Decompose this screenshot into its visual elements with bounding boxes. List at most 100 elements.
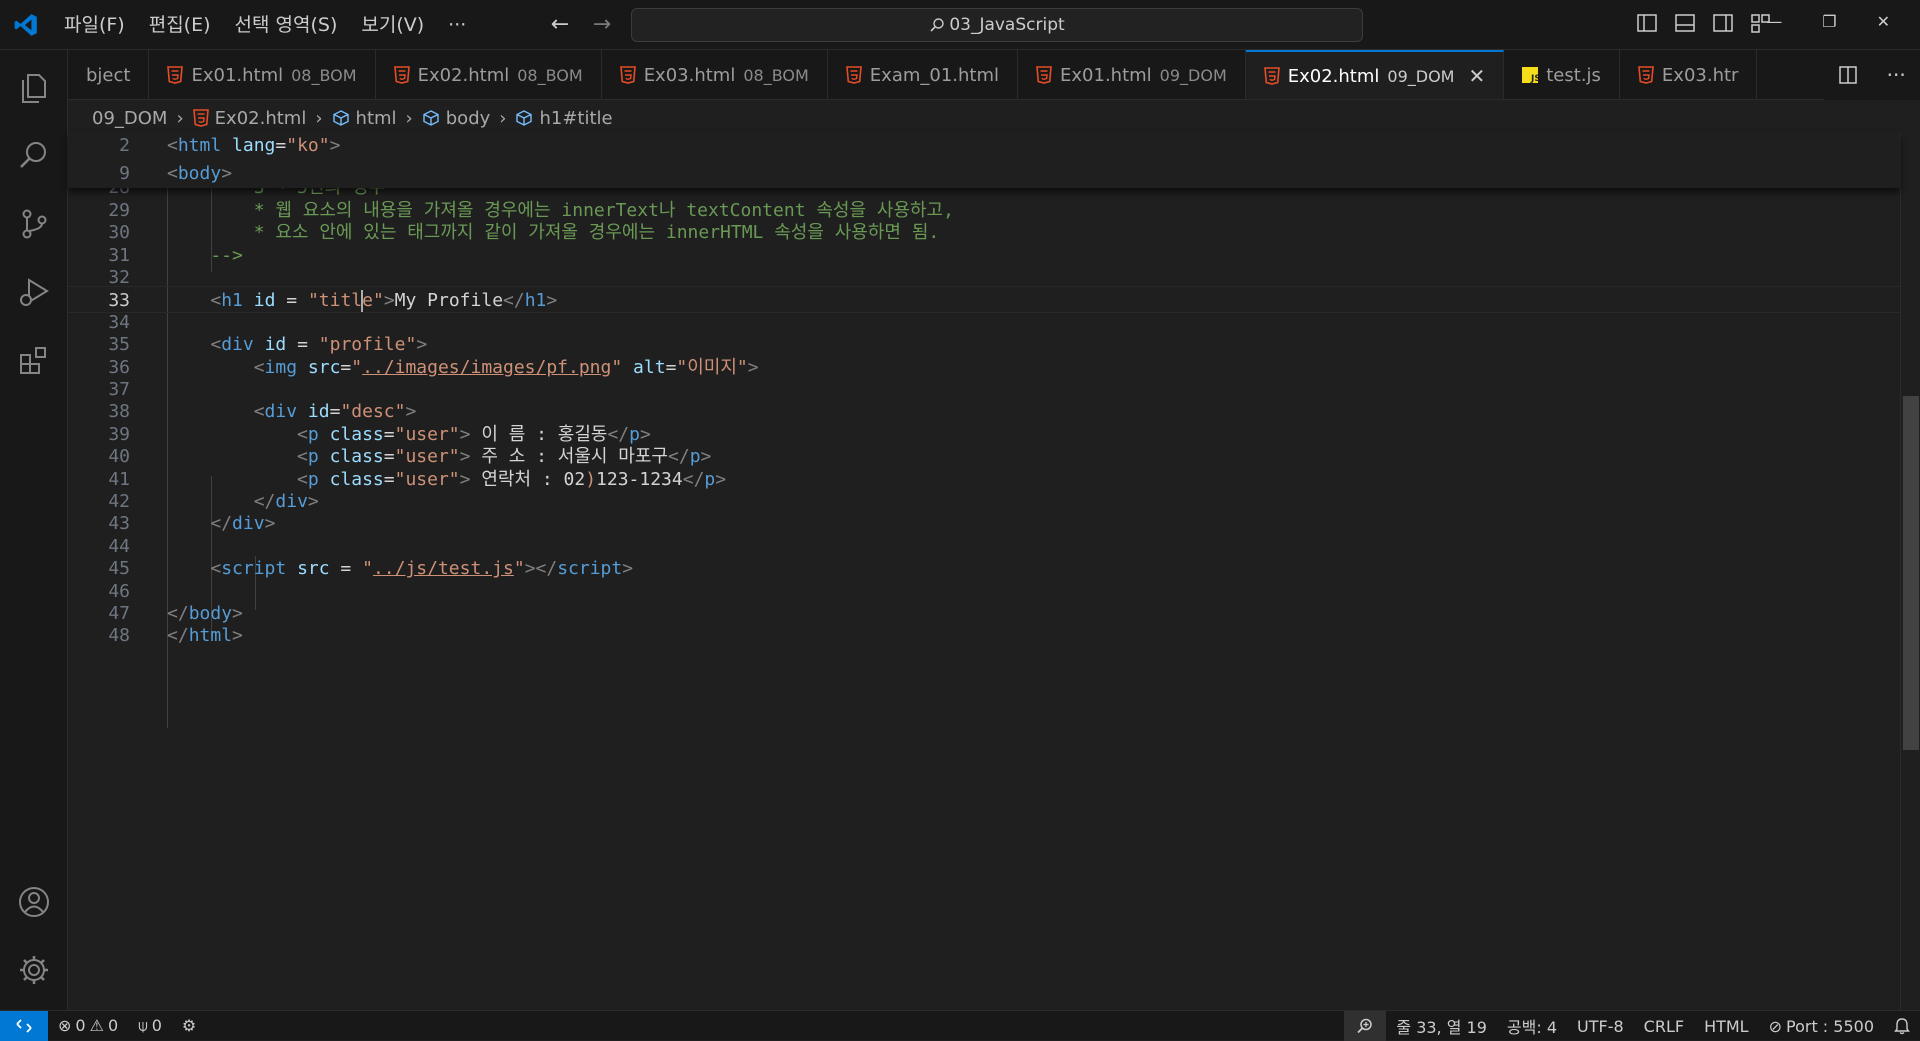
source-control-icon[interactable] xyxy=(14,204,54,244)
tab-ex01-html[interactable]: Ex01.html 09_DOM xyxy=(1018,50,1246,99)
code-token: </ xyxy=(607,423,630,445)
code-line[interactable]: 9 <body> xyxy=(68,160,1900,187)
close-window-icon[interactable]: ✕ xyxy=(1877,12,1890,31)
code-token: "user" xyxy=(394,423,460,445)
breadcrumb-file[interactable]: Ex02.html xyxy=(215,108,307,129)
run-debug-icon[interactable] xyxy=(14,272,54,312)
toggle-secondary-sidebar-icon[interactable] xyxy=(1712,12,1734,34)
sticky-scroll-header[interactable]: 2 <html lang="ko"> 9 <body> xyxy=(68,132,1900,188)
menu-item[interactable]: 편집(E) xyxy=(137,0,223,50)
end-of-line[interactable]: CRLF xyxy=(1634,1017,1694,1036)
indentation[interactable]: 공백: 4 xyxy=(1497,1014,1567,1038)
explorer-icon[interactable] xyxy=(14,68,54,108)
restore-icon[interactable]: ❐ xyxy=(1822,12,1836,31)
breadcrumb-folder[interactable]: 09_DOM xyxy=(92,108,167,129)
code-token: id xyxy=(264,334,287,356)
code-token: html xyxy=(177,135,222,156)
tab-directory: 09_DOM xyxy=(1159,65,1227,85)
extensions-icon[interactable] xyxy=(14,340,54,380)
cursor-position[interactable]: 줄 33, 열 19 xyxy=(1386,1014,1497,1038)
tab-ex01-html[interactable]: Ex01.html 08_BOM xyxy=(149,50,376,99)
scrollbar-thumb[interactable] xyxy=(1903,396,1919,750)
code-token: body xyxy=(188,603,233,624)
vertical-scrollbar[interactable] xyxy=(1900,132,1920,1010)
code-token: class xyxy=(329,446,384,468)
menu-item[interactable]: 선택 영역(S) xyxy=(223,0,350,50)
code-text: </html> xyxy=(167,622,243,649)
menu-item[interactable]: 파일(F) xyxy=(52,0,137,50)
debug-launch-icon[interactable]: ⚙ xyxy=(172,1016,206,1035)
code-token: > xyxy=(232,625,243,647)
toggle-panel-icon[interactable] xyxy=(1674,12,1696,34)
bell-icon[interactable] xyxy=(1884,1017,1920,1035)
code-token: p xyxy=(704,468,716,490)
code-token: > xyxy=(747,356,759,378)
code-token: * 웹 요소의 내용을 가져올 경우에는 innerText나 textCont… xyxy=(167,199,954,221)
tab-ex02-html[interactable]: Ex02.html 09_DOM ✕ xyxy=(1245,50,1505,99)
forward-arrow-icon[interactable]: → xyxy=(590,12,614,37)
gear-icon[interactable] xyxy=(14,950,54,990)
html-icon xyxy=(1263,67,1280,85)
code-token: p xyxy=(629,423,640,445)
split-editor-icon[interactable] xyxy=(1838,65,1858,85)
zoom-icon[interactable] xyxy=(1344,1011,1387,1041)
code-token: " xyxy=(611,356,623,378)
tab-ex03-htr[interactable]: Ex03.htr xyxy=(1620,50,1758,99)
code-token: = xyxy=(286,334,319,356)
code-token: > xyxy=(715,468,727,490)
menu-item[interactable]: 보기(V) xyxy=(349,0,436,50)
code-token: p xyxy=(307,468,319,490)
code-token: "user" xyxy=(394,446,460,468)
breadcrumb-element[interactable]: h1#title xyxy=(539,108,612,129)
breadcrumb-html[interactable]: html xyxy=(356,108,397,129)
menu-bar: 파일(F) 편집(E) 선택 영역(S) 보기(V) ··· xyxy=(52,0,478,50)
more-actions-icon[interactable]: ··· xyxy=(1887,63,1906,87)
broadcast-icon: ⍦ xyxy=(138,1015,148,1035)
tab-test-js[interactable]: JS test.js xyxy=(1504,50,1620,99)
activity-bar xyxy=(0,50,68,1010)
back-arrow-icon[interactable]: ← xyxy=(548,12,572,37)
code-editor[interactable]: 2728 3 ~ 5번의 경우29 * 웹 요소의 내용을 가져올 경우에는 i… xyxy=(68,132,1900,1010)
breadcrumb-body[interactable]: body xyxy=(446,108,491,129)
remote-indicator-icon[interactable] xyxy=(0,1010,48,1041)
code-token: > xyxy=(622,558,634,580)
language-mode[interactable]: HTML xyxy=(1694,1017,1759,1036)
encoding[interactable]: UTF-8 xyxy=(1567,1017,1634,1036)
command-center-search[interactable]: 03_JavaScript xyxy=(631,8,1363,42)
js-icon: JS xyxy=(1522,67,1539,83)
accounts-icon[interactable] xyxy=(14,882,54,922)
code-token: = xyxy=(665,356,677,378)
search-icon[interactable] xyxy=(14,136,54,176)
code-line[interactable]: 48 </html> xyxy=(68,622,1900,649)
code-token: "profile" xyxy=(318,334,417,356)
code-token: < xyxy=(297,446,308,468)
tab-ex02-html[interactable]: Ex02.html 08_BOM xyxy=(376,50,602,99)
problems-indicator[interactable]: ⊗ 0 ⚠ 0 xyxy=(48,1016,128,1035)
menu-item[interactable]: ··· xyxy=(436,0,478,50)
minimize-icon[interactable]: — xyxy=(1766,12,1782,31)
tab-label: Ex01.html xyxy=(1060,64,1152,86)
element-cube-icon xyxy=(516,110,533,126)
live-server-port[interactable]: ⊘ Port : 5500 xyxy=(1759,1017,1884,1036)
title-bar: 파일(F) 편집(E) 선택 영역(S) 보기(V) ··· ← → 03_JavaSc… xyxy=(0,0,1920,50)
code-line[interactable]: 2 <html lang="ko"> xyxy=(68,132,1900,159)
tab-bject[interactable]: bject xyxy=(68,50,150,99)
code-token: > xyxy=(264,513,276,535)
code-token: < xyxy=(167,135,178,156)
ports-indicator[interactable]: ⍦ 0 xyxy=(128,1016,172,1036)
tab-exam-01-html[interactable]: Exam_01.html xyxy=(828,50,1019,99)
close-icon[interactable]: ✕ xyxy=(1468,64,1485,88)
tab-ex03-html[interactable]: Ex03.html 08_BOM xyxy=(602,50,828,99)
tab-label: bject xyxy=(86,64,131,86)
toggle-primary-sidebar-icon[interactable] xyxy=(1636,12,1658,34)
code-token: > xyxy=(416,334,428,356)
